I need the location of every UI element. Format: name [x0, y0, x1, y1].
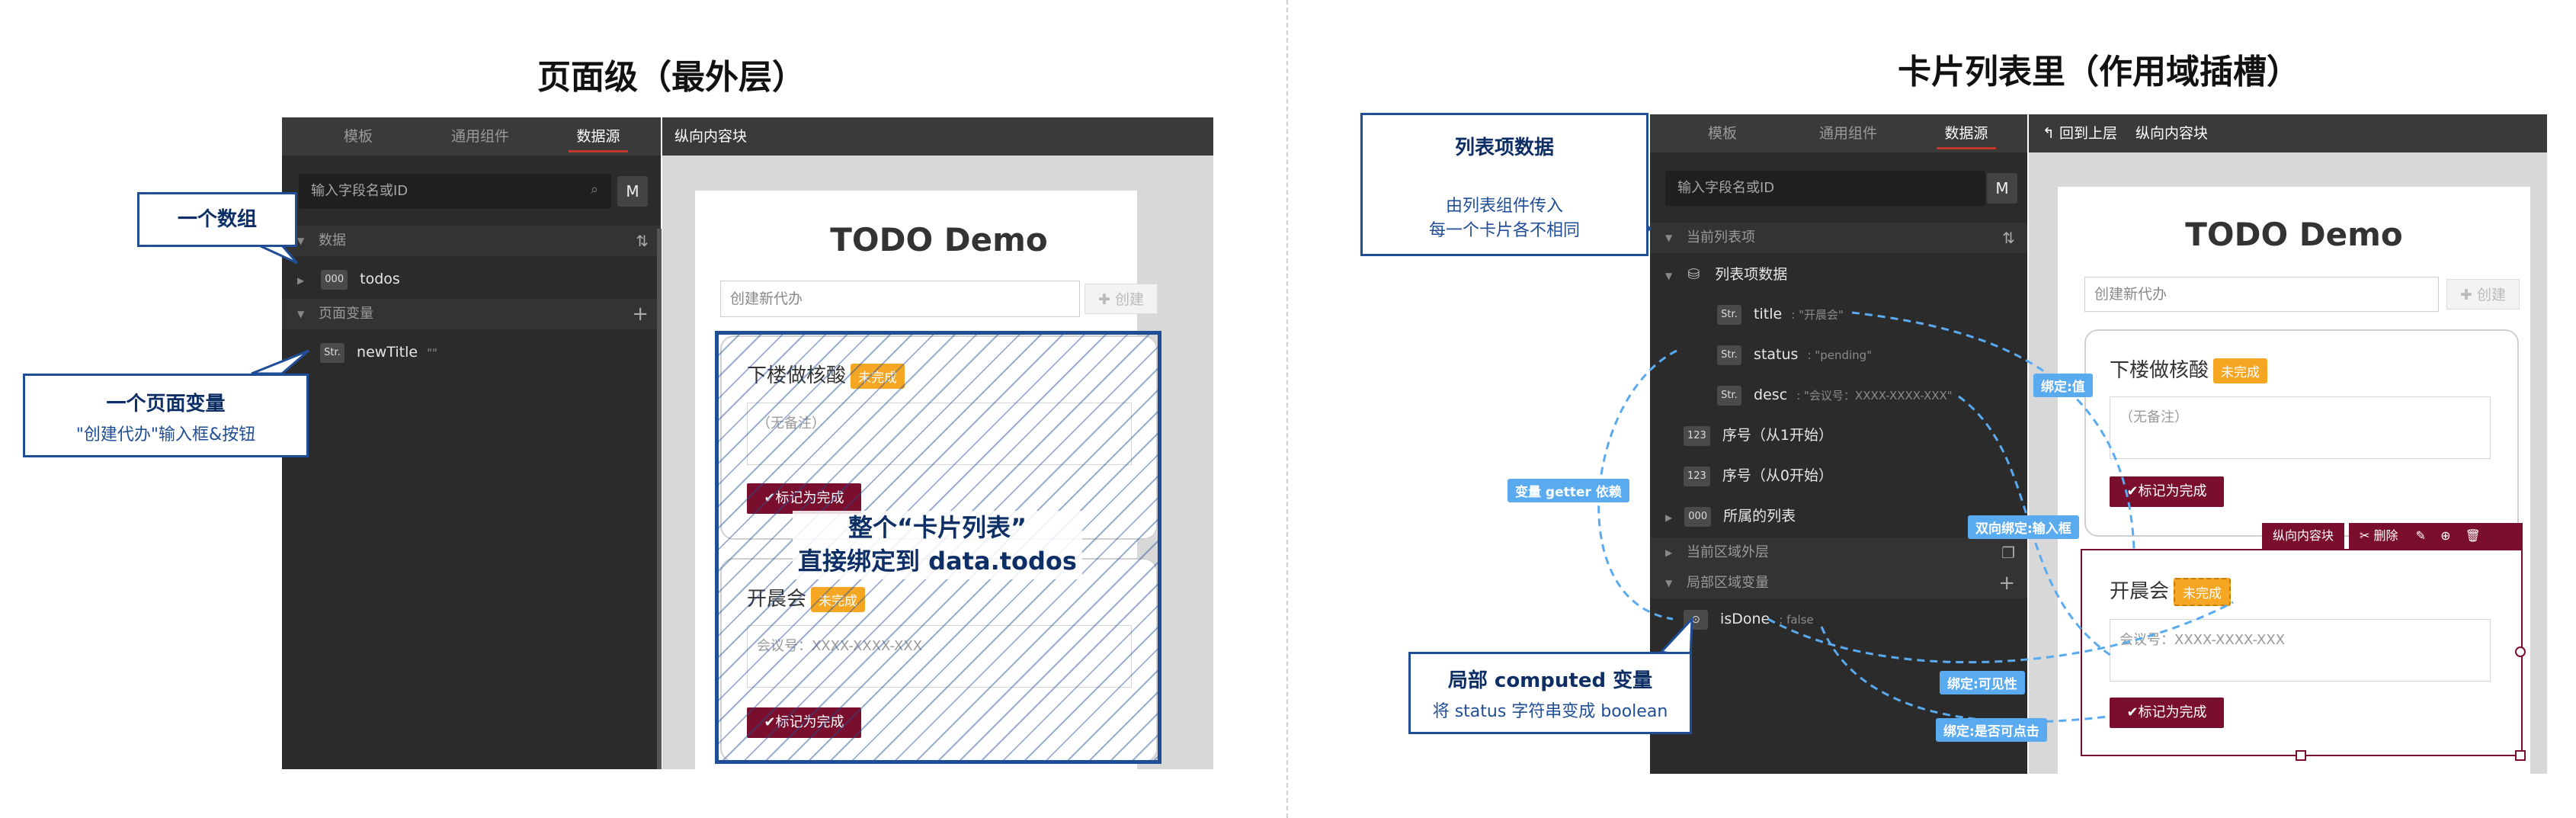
- callout-computed-sub: 将 status 字符串变成 boolean: [1432, 702, 1668, 721]
- callout-computed-title: 局部 computed 变量: [1447, 669, 1653, 692]
- callout-item-sub2: 每一个卡片各不相同: [1428, 221, 1580, 240]
- callout-item-data: 列表项数据 由列表组件传入 每一个卡片各不相同: [1360, 113, 1648, 256]
- right-callout-pointers: [1618, 195, 1693, 659]
- callout-item-sub1: 由列表组件传入: [1445, 197, 1563, 216]
- callout-computed: 局部 computed 变量 将 status 字符串变成 boolean: [1408, 652, 1692, 734]
- callout-item-title: 列表项数据: [1454, 136, 1554, 159]
